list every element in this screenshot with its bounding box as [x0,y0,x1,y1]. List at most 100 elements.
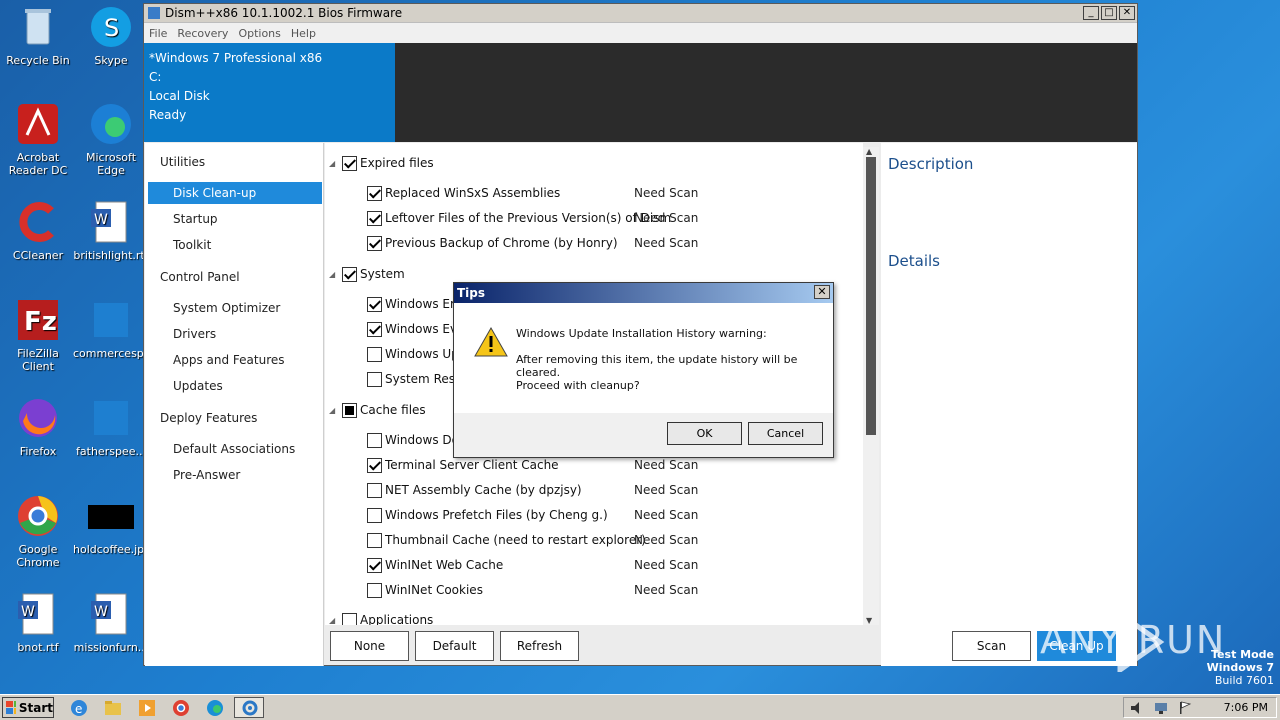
sidebar-item-apps-and-features[interactable]: Apps and Features [145,349,321,371]
checkbox[interactable] [367,582,382,598]
menu-help[interactable]: Help [291,27,316,40]
media-player-icon[interactable] [137,698,157,718]
tree-item[interactable]: Thumbnail Cache (need to restart explore… [367,529,646,551]
image-header[interactable]: *Windows 7 Professional x86 C: Local Dis… [144,43,1137,142]
checkbox[interactable] [367,346,382,362]
sidebar-item-pre-answer[interactable]: Pre-Answer [145,464,321,486]
explorer-icon[interactable] [103,698,123,718]
desktop-icon[interactable]: holdcoffee.jpg [73,493,149,556]
tree-item[interactable]: Windows Prefetch Files (by Cheng g.) [367,504,608,526]
ie-icon[interactable]: e [69,698,89,718]
cancel-button[interactable]: Cancel [748,422,823,445]
sidebar-item-toolkit[interactable]: Toolkit [145,234,321,256]
checkbox[interactable] [367,557,382,573]
tree-item-label: WinINet Web Cache [385,558,504,572]
sidebar-item-deploy-features[interactable]: Deploy Features [145,407,321,429]
desktop-icon[interactable]: Wmissionfurn... [73,591,149,654]
refresh-button[interactable]: Refresh [500,631,579,661]
expand-arrow-icon[interactable]: ◢ [329,616,339,625]
desktop-icon-label: Firefox [19,445,57,458]
tree-item[interactable]: NET Assembly Cache (by dpzjsy) [367,479,582,501]
sidebar-item-control-panel[interactable]: Control Panel [145,266,321,288]
tree-item[interactable]: Windows Eve [367,318,464,340]
desktop-icon[interactable]: Firefox [0,395,76,458]
default-button[interactable]: Default [415,631,494,661]
desktop-icon[interactable]: fatherspee... [73,395,149,458]
system-tray: 7:06 PM [1123,697,1277,718]
desktop-icon[interactable]: Wbnot.rtf [0,591,76,654]
desktop-icon[interactable]: CCleaner [0,199,76,262]
checkbox[interactable] [367,185,382,201]
desktop-icon[interactable]: Recycle Bin [0,4,76,67]
tree-category[interactable]: ◢ Expired files [329,152,434,174]
tree-scrollbar[interactable]: ▲ ▼ [863,147,879,625]
sidebar-item-system-optimizer[interactable]: System Optimizer [145,297,321,319]
checkbox[interactable] [367,507,382,523]
desktop-icon[interactable]: Acrobat Reader DC [0,101,76,177]
maximize-button[interactable]: □ [1101,6,1117,20]
tree-item[interactable]: WinINet Cookies [367,579,483,601]
tree-category[interactable]: ◢ Cache files [329,399,426,421]
checkbox[interactable] [367,532,382,548]
menu-options[interactable]: Options [238,27,280,40]
checkbox[interactable] [342,402,357,418]
desktop-icon[interactable]: Wbritishlight.rtf [73,199,149,262]
menu-file[interactable]: File [149,27,167,40]
checkbox[interactable] [342,266,357,282]
desktop-icon[interactable]: Microsoft Edge [73,101,149,177]
volume-icon[interactable] [1130,701,1144,715]
clock[interactable]: 7:06 PM [1224,701,1268,714]
tree-item[interactable]: Windows Do [367,429,459,451]
checkbox[interactable] [367,457,382,473]
sidebar-item-utilities[interactable]: Utilities [145,151,321,173]
none-button[interactable]: None [330,631,409,661]
scroll-down-icon[interactable]: ▼ [866,616,872,625]
tree-item[interactable]: Previous Backup of Chrome (by Honry) [367,232,618,254]
scroll-up-icon[interactable]: ▲ [866,147,872,156]
scan-button[interactable]: Scan [952,631,1031,661]
sidebar-item-startup[interactable]: Startup [145,208,321,230]
tree-category[interactable]: ◢ Applications [329,609,433,625]
desktop-icon[interactable]: commercesp... [73,297,149,360]
checkbox[interactable] [367,296,382,312]
tree-item[interactable]: Replaced WinSxS Assemblies [367,182,560,204]
expand-arrow-icon[interactable]: ◢ [329,159,339,168]
start-button[interactable]: Start [2,697,54,718]
expand-arrow-icon[interactable]: ◢ [329,406,339,415]
desktop-icon[interactable]: Fz FileZilla Client [0,297,76,373]
checkbox[interactable] [342,612,357,625]
checkbox[interactable] [367,321,382,337]
tree-category[interactable]: ◢ System [329,263,405,285]
checkbox[interactable] [367,482,382,498]
scroll-thumb[interactable] [866,157,876,435]
checkbox[interactable] [367,235,382,251]
tree-item[interactable]: Windows Up [367,343,459,365]
menu-recovery[interactable]: Recovery [177,27,228,40]
dism-taskbar-button[interactable] [234,697,264,718]
checkbox[interactable] [367,371,382,387]
checkbox[interactable] [342,155,357,171]
dialog-close-button[interactable]: ✕ [814,285,830,299]
sidebar-item-drivers[interactable]: Drivers [145,323,321,345]
desktop-icon[interactable]: S Skype [73,4,149,67]
chrome-icon[interactable] [171,698,191,718]
ok-button[interactable]: OK [667,422,742,445]
sidebar-item-disk-clean-up[interactable]: Disk Clean-up [148,182,322,204]
close-button[interactable]: ✕ [1119,6,1135,20]
expand-arrow-icon[interactable]: ◢ [329,270,339,279]
tree-item[interactable]: WinINet Web Cache [367,554,503,576]
checkbox[interactable] [367,210,382,226]
edge-icon[interactable] [205,698,225,718]
tree-item[interactable]: Windows Err [367,293,460,315]
sidebar-item-updates[interactable]: Updates [145,375,321,397]
sidebar-item-default-associations[interactable]: Default Associations [145,438,321,460]
checkbox[interactable] [367,432,382,448]
dialog-titlebar[interactable]: Tips ✕ [454,283,833,303]
minimize-button[interactable]: _ [1083,6,1099,20]
desktop-icon[interactable]: Google Chrome [0,493,76,569]
window-titlebar[interactable]: Dism++x86 10.1.1002.1 Bios Firmware _ □ … [144,4,1137,23]
network-icon[interactable] [1154,701,1168,715]
tree-item[interactable]: Leftover Files of the Previous Version(s… [367,207,671,229]
action-center-flag-icon[interactable] [1178,701,1192,715]
tree-item-label: System [360,267,405,281]
